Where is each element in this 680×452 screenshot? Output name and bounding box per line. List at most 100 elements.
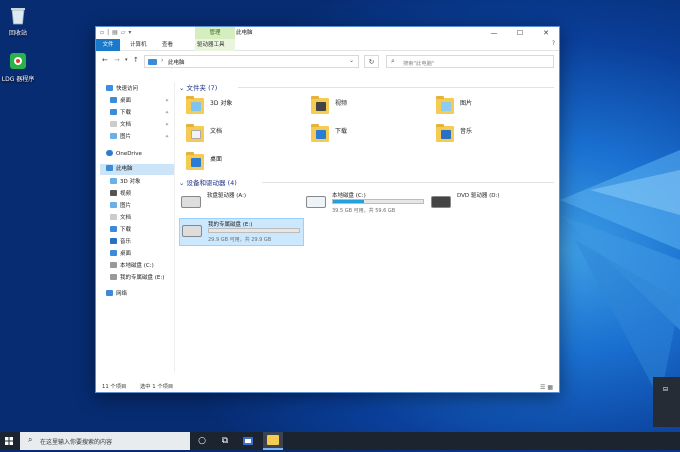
cube-icon bbox=[191, 102, 201, 111]
new-folder-icon[interactable]: ▱ bbox=[121, 29, 126, 36]
desktop-icon bbox=[110, 250, 117, 256]
drive-my-disk-e[interactable]: 我的专属磁盘 (E:) 29.9 GB 可用，共 29.9 GB bbox=[179, 218, 304, 246]
computer-icon bbox=[148, 59, 157, 65]
close-button[interactable]: ✕ bbox=[533, 27, 559, 39]
file-explorer-window: ▫ | ▤ ▱ ▾ 管理 此电脑 — ☐ ✕ 文件 计算机 查看 驱动器工具 ?… bbox=[95, 26, 560, 393]
back-arrow-icon[interactable]: ← bbox=[102, 56, 108, 64]
navigation-bar: ← → ▾ ↑ › 此电脑 ⌄ ↻ ⌕ 搜索"此电脑" bbox=[96, 51, 559, 71]
status-bar: 11 个项目 选中 1 个项目 ☰ ▦ bbox=[96, 382, 559, 392]
app-taskbar-icon[interactable] bbox=[242, 435, 254, 447]
minimize-button[interactable]: — bbox=[481, 27, 507, 39]
drive-local-c[interactable]: 本地磁盘 (C:) 39.5 GB 可用，共 59.6 GB bbox=[304, 190, 429, 218]
sidebar-item-disk-e[interactable]: 我的专属磁盘 (E:) bbox=[110, 273, 164, 284]
folder-downloads[interactable]: 下载 bbox=[311, 124, 421, 148]
breadcrumb[interactable]: 此电脑 bbox=[168, 58, 185, 66]
context-tab-manage[interactable]: 管理 bbox=[195, 27, 235, 39]
search-input[interactable]: ⌕ 搜索"此电脑" bbox=[386, 55, 554, 68]
maximize-button[interactable]: ☐ bbox=[507, 27, 533, 39]
cortana-icon[interactable]: ○ bbox=[196, 435, 208, 447]
address-dropdown-icon[interactable]: ⌄ bbox=[349, 57, 354, 64]
breadcrumb-chevron-icon[interactable]: › bbox=[161, 57, 163, 64]
drive-floppy-a[interactable]: 软盘驱动器 (A:) bbox=[179, 190, 304, 218]
drive-dvd-d[interactable]: DVD 驱动器 (D:) bbox=[429, 190, 554, 218]
sidebar-item-local-disk-c[interactable]: 本地磁盘 (C:) bbox=[110, 261, 154, 272]
help-button[interactable]: ? bbox=[552, 40, 555, 47]
forward-arrow-icon[interactable]: → bbox=[114, 56, 120, 64]
tab-view[interactable]: 查看 bbox=[158, 39, 177, 51]
taskbar: ⌕ 在这里输入你要搜索的内容 ○ ⧉ bbox=[0, 432, 680, 450]
sidebar-item-documents[interactable]: 文档 ✦ bbox=[110, 120, 169, 131]
tab-file[interactable]: 文件 bbox=[96, 39, 120, 51]
sidebar-item-3d-objects[interactable]: 3D 对象 bbox=[110, 177, 140, 188]
drive-free-space: 29.9 GB 可用，共 29.9 GB bbox=[208, 237, 272, 243]
recent-dropdown-icon[interactable]: ▾ bbox=[125, 57, 128, 63]
sidebar-item-quick-access[interactable]: 快速访问 bbox=[106, 84, 138, 95]
folders-group-header[interactable]: ⌄ 文件夹 (7) bbox=[179, 82, 217, 92]
folder-name: 视频 bbox=[335, 100, 348, 107]
taskbar-search-placeholder: 在这里输入你要搜索的内容 bbox=[40, 439, 113, 446]
folder-icon bbox=[267, 435, 279, 445]
folder-name: 图片 bbox=[460, 100, 473, 107]
refresh-button[interactable]: ↻ bbox=[364, 55, 379, 68]
folder-desktop[interactable]: 桌面 bbox=[186, 152, 296, 176]
address-bar[interactable]: › 此电脑 ⌄ bbox=[144, 55, 359, 68]
up-arrow-icon[interactable]: ↑ bbox=[133, 56, 139, 64]
drive-name: 本地磁盘 (C:) bbox=[332, 193, 366, 199]
quick-access-toolbar: ▫ | ▤ ▱ ▾ bbox=[100, 29, 131, 36]
drive-icon bbox=[110, 274, 117, 280]
film-icon bbox=[110, 190, 117, 196]
recycle-bin-desktop-icon[interactable]: 回收站 bbox=[0, 4, 38, 37]
folder-name: 下载 bbox=[335, 128, 348, 135]
sidebar-item-pc-downloads[interactable]: 下载 bbox=[110, 225, 131, 236]
sidebar-item-this-pc[interactable]: 此电脑 bbox=[100, 164, 174, 175]
document-icon bbox=[110, 214, 117, 220]
folder-pictures[interactable]: 图片 bbox=[436, 96, 546, 120]
sidebar-item-pc-pictures[interactable]: 图片 bbox=[110, 201, 131, 212]
title-bar: ▫ | ▤ ▱ ▾ 管理 此电脑 — ☐ ✕ bbox=[96, 27, 559, 39]
sidebar-item-downloads[interactable]: 下载 ✦ bbox=[110, 108, 169, 119]
details-view-icon[interactable]: ☰ bbox=[540, 384, 545, 391]
network-icon bbox=[106, 290, 113, 296]
task-view-icon[interactable]: ⧉ bbox=[219, 435, 231, 447]
sidebar-item-pc-documents[interactable]: 文档 bbox=[110, 213, 131, 224]
windows-drive-icon bbox=[306, 196, 326, 208]
sidebar-item-network[interactable]: 网络 bbox=[106, 289, 127, 300]
download-icon bbox=[110, 109, 117, 115]
drive-name: DVD 驱动器 (D:) bbox=[457, 193, 500, 199]
large-icons-view-icon[interactable]: ▦ bbox=[547, 384, 553, 391]
save-icon[interactable]: ▤ bbox=[112, 29, 118, 36]
view-toggle: ☰ ▦ bbox=[540, 383, 553, 393]
dvd-drive-icon bbox=[431, 196, 451, 208]
folder-3d-objects[interactable]: 3D 对象 bbox=[186, 96, 296, 120]
group-divider bbox=[262, 182, 554, 183]
start-button[interactable] bbox=[0, 432, 18, 450]
ev-recorder-label: LDG 器程序 bbox=[1, 76, 35, 83]
tab-drive-tools[interactable]: 驱动器工具 bbox=[195, 39, 235, 51]
tab-computer[interactable]: 计算机 bbox=[126, 39, 151, 51]
folder-music[interactable]: 音乐 bbox=[436, 124, 546, 148]
notification-panel[interactable]: ⊟ bbox=[653, 377, 680, 427]
properties-icon[interactable]: ▫ bbox=[100, 29, 104, 36]
sidebar-item-videos[interactable]: 视频 bbox=[110, 189, 131, 200]
devices-group-header[interactable]: ⌄ 设备和驱动器 (4) bbox=[179, 177, 237, 187]
sidebar-item-music[interactable]: 音乐 bbox=[110, 237, 131, 248]
qat-separator: | bbox=[107, 29, 110, 36]
recycle-bin-label: 回收站 bbox=[8, 30, 27, 37]
folder-icon bbox=[186, 96, 204, 114]
sidebar-item-pc-desktop[interactable]: 桌面 bbox=[110, 249, 131, 260]
taskbar-search-box[interactable]: ⌕ 在这里输入你要搜索的内容 bbox=[20, 432, 190, 450]
drive-free-space: 39.5 GB 可用，共 59.6 GB bbox=[332, 208, 396, 214]
picture-icon bbox=[441, 102, 451, 111]
search-icon: ⌕ bbox=[391, 57, 395, 65]
windows-logo-icon bbox=[5, 437, 13, 445]
qat-dropdown-icon[interactable]: ▾ bbox=[128, 29, 131, 36]
folder-documents[interactable]: 文档 bbox=[186, 124, 296, 148]
folder-icon bbox=[186, 152, 204, 170]
sidebar-item-pictures[interactable]: 图片 ✦ bbox=[110, 132, 169, 143]
file-explorer-taskbar-button[interactable] bbox=[263, 432, 283, 450]
folder-videos[interactable]: 视频 bbox=[311, 96, 421, 120]
ev-recorder-desktop-icon[interactable]: LDG 器程序 bbox=[0, 50, 38, 83]
sidebar-item-onedrive[interactable]: OneDrive bbox=[106, 149, 142, 160]
star-icon bbox=[106, 85, 113, 91]
sidebar-item-desktop[interactable]: 桌面 ✦ bbox=[110, 96, 169, 107]
